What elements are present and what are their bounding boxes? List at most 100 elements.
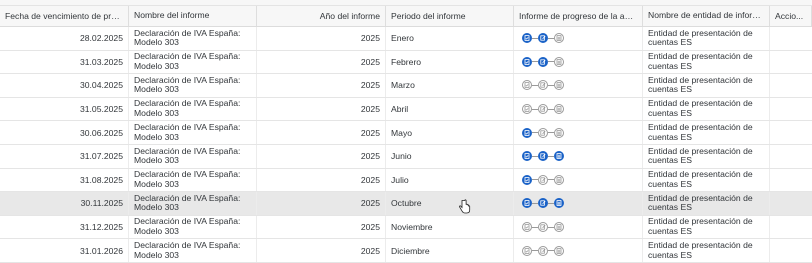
due-date-cell: 31.07.2025 xyxy=(0,144,129,168)
document-check-icon[interactable] xyxy=(522,56,532,67)
entity-cell: Entidad de presentación de cuentas ES xyxy=(643,121,770,144)
report-name: Declaración de IVA España: Modelo 303 xyxy=(134,74,241,95)
document-submit-icon[interactable] xyxy=(554,104,564,115)
header-label: Año del informe xyxy=(319,11,380,21)
report-period: Octubre xyxy=(391,198,422,209)
document-check-icon[interactable] xyxy=(522,222,532,233)
due-date: 31.07.2025 xyxy=(79,151,123,162)
due-date: 28.02.2025 xyxy=(79,33,123,44)
table-row[interactable]: 31.03.2025 Declaración de IVA España: Mod… xyxy=(0,50,812,75)
document-edit-icon[interactable] xyxy=(538,56,548,67)
table-row[interactable]: 31.08.2025 Declaración de IVA España: Mod… xyxy=(0,168,812,193)
due-date-cell: 31.01.2026 xyxy=(0,239,129,262)
due-date-cell: 30.04.2025 xyxy=(0,74,129,97)
document-submit-icon[interactable] xyxy=(554,127,564,138)
due-date: 31.01.2026 xyxy=(79,245,123,256)
document-submit-icon[interactable] xyxy=(554,198,564,209)
actions-cell[interactable] xyxy=(770,74,812,97)
document-edit-icon[interactable] xyxy=(538,222,548,233)
report-period: Mayo xyxy=(391,127,413,138)
document-check-icon[interactable] xyxy=(522,33,532,44)
document-check-icon[interactable] xyxy=(522,127,532,138)
header-report-name[interactable]: Nombre del informe xyxy=(129,6,257,26)
progress-steps xyxy=(519,33,564,44)
progress-steps xyxy=(519,80,564,91)
document-edit-icon[interactable] xyxy=(538,104,548,115)
period-cell: Mayo xyxy=(386,121,514,144)
header-report-year[interactable]: Año del informe xyxy=(257,6,386,26)
table-row[interactable]: 31.07.2025 Declaración de IVA España: Mod… xyxy=(0,144,812,169)
year-cell: 2025 xyxy=(257,144,386,168)
actions-cell[interactable] xyxy=(770,98,812,121)
document-edit-icon[interactable] xyxy=(538,80,548,91)
document-check-icon[interactable] xyxy=(522,174,532,185)
document-check-icon[interactable] xyxy=(522,80,532,91)
document-edit-icon[interactable] xyxy=(538,151,548,162)
document-edit-icon[interactable] xyxy=(538,33,548,44)
table-row[interactable]: 28.02.2025 Declaración de IVA España: Mod… xyxy=(0,27,812,51)
progress-steps xyxy=(519,104,564,115)
header-report-period[interactable]: Periodo del informe xyxy=(386,6,514,26)
table-row[interactable]: 31.12.2025 Declaración de IVA España: Mod… xyxy=(0,215,812,240)
actions-cell[interactable] xyxy=(770,216,812,239)
header-entity[interactable]: Nombre de entidad de informe xyxy=(643,6,770,26)
document-check-icon[interactable] xyxy=(522,151,532,162)
report-name-cell: Declaración de IVA España: Modelo 303 xyxy=(129,144,257,168)
entity-cell: Entidad de presentación de cuentas ES xyxy=(643,168,770,192)
year-cell: 2025 xyxy=(257,168,386,192)
document-edit-icon[interactable] xyxy=(538,198,548,209)
document-submit-icon[interactable] xyxy=(554,33,564,44)
actions-cell[interactable] xyxy=(770,192,812,215)
entity-name: Entidad de presentación de cuentas ES xyxy=(648,74,753,95)
table-row[interactable]: 30.04.2025 Declaración de IVA España: Mod… xyxy=(0,74,812,98)
document-submit-icon[interactable] xyxy=(554,151,564,162)
document-check-icon[interactable] xyxy=(522,198,532,209)
period-cell: Octubre xyxy=(386,192,514,215)
table-row[interactable]: 31.05.2025 Declaración de IVA España: Mod… xyxy=(0,97,812,122)
period-cell: Noviembre xyxy=(386,215,514,239)
progress-cell xyxy=(514,97,643,121)
header-label: Accio... xyxy=(775,11,804,21)
document-submit-icon[interactable] xyxy=(554,56,564,67)
due-date-cell: 28.02.2025 xyxy=(0,27,129,50)
document-submit-icon[interactable] xyxy=(554,80,564,91)
progress-steps xyxy=(519,222,564,233)
progress-cell xyxy=(514,50,643,74)
report-period: Enero xyxy=(391,33,414,44)
header-progress[interactable]: Informe de progreso de la activi... xyxy=(514,6,643,26)
due-date: 31.12.2025 xyxy=(79,222,123,233)
actions-cell[interactable] xyxy=(770,51,812,74)
entity-name: Entidad de presentación de cuentas ES xyxy=(648,27,753,48)
due-date: 31.03.2025 xyxy=(79,56,123,67)
report-name-cell: Declaración de IVA España: Modelo 303 xyxy=(129,239,257,262)
document-check-icon[interactable] xyxy=(522,104,532,115)
due-date: 31.05.2025 xyxy=(79,104,123,115)
period-cell: Diciembre xyxy=(386,239,514,262)
report-name-cell: Declaración de IVA España: Modelo 303 xyxy=(129,27,257,50)
due-date-cell: 30.11.2025 xyxy=(0,192,129,215)
document-edit-icon[interactable] xyxy=(538,174,548,185)
document-edit-icon[interactable] xyxy=(538,245,548,256)
actions-cell[interactable] xyxy=(770,27,812,50)
actions-cell[interactable] xyxy=(770,169,812,192)
actions-cell[interactable] xyxy=(770,121,812,144)
header-label: Nombre de entidad de informe xyxy=(648,11,764,21)
report-year: 2025 xyxy=(360,33,380,44)
due-date-cell: 30.06.2025 xyxy=(0,121,129,144)
table-row[interactable]: 31.01.2026 Declaración de IVA España: Mod… xyxy=(0,239,812,263)
document-submit-icon[interactable] xyxy=(554,222,564,233)
header-actions[interactable]: Accio... xyxy=(770,6,812,26)
actions-cell[interactable] xyxy=(770,239,812,262)
year-cell: 2025 xyxy=(257,192,386,215)
report-period: Diciembre xyxy=(391,245,430,256)
document-check-icon[interactable] xyxy=(522,245,532,256)
actions-cell[interactable] xyxy=(770,145,812,168)
document-edit-icon[interactable] xyxy=(538,127,548,138)
document-submit-icon[interactable] xyxy=(554,174,564,185)
entity-name: Entidad de presentación de cuentas ES xyxy=(648,169,753,189)
document-submit-icon[interactable] xyxy=(554,245,564,256)
report-name: Declaración de IVA España: Modelo 303 xyxy=(134,169,241,189)
header-due-date[interactable]: Fecha de vencimiento de prese... xyxy=(0,6,129,26)
table-row[interactable]: 30.06.2025 Declaración de IVA España: Mod… xyxy=(0,121,812,145)
table-row[interactable]: 30.11.2025 Declaración de IVA España: Mod… xyxy=(0,192,812,216)
